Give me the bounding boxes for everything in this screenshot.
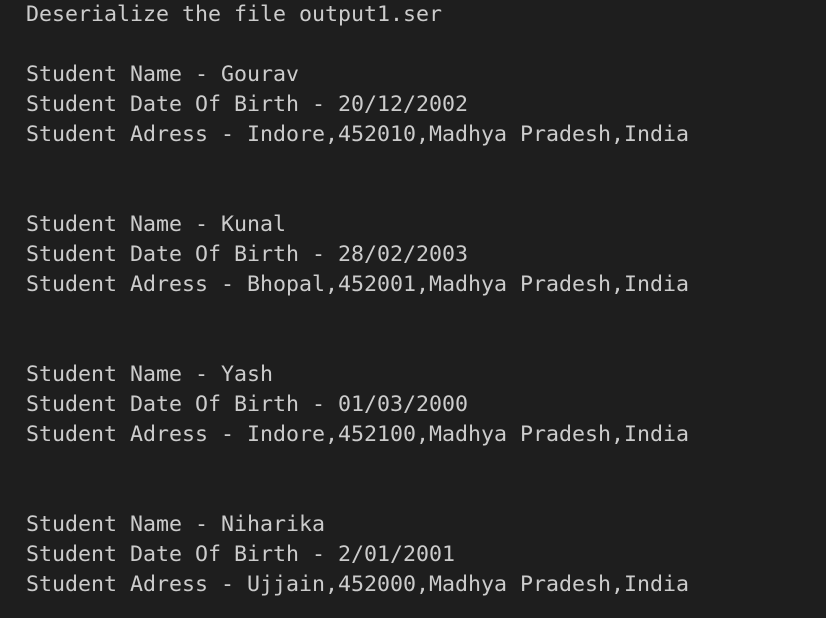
student-name-line: Student Name - Niharika xyxy=(26,512,326,537)
student-dob-line: Student Date Of Birth - 2/01/2001 xyxy=(26,542,456,567)
student-name-line: Student Name - Yash xyxy=(26,362,274,387)
student-name-line: Student Name - Gourav xyxy=(26,62,300,87)
terminal-output: Deserialize the file output1.ser Student… xyxy=(0,0,826,618)
student-name-line: Student Name - Kunal xyxy=(26,212,287,237)
student-address-line: Student Adress - Ujjain,452000,Madhya Pr… xyxy=(26,572,690,597)
student-dob-line: Student Date Of Birth - 28/02/2003 xyxy=(26,242,469,267)
output-header-line: Deserialize the file output1.ser xyxy=(26,2,443,27)
student-address-line: Student Adress - Bhopal,452001,Madhya Pr… xyxy=(26,272,690,297)
student-dob-line: Student Date Of Birth - 20/12/2002 xyxy=(26,92,469,117)
student-address-line: Student Adress - Indore,452100,Madhya Pr… xyxy=(26,422,690,447)
student-address-line: Student Adress - Indore,452010,Madhya Pr… xyxy=(26,122,690,147)
student-dob-line: Student Date Of Birth - 01/03/2000 xyxy=(26,392,469,417)
